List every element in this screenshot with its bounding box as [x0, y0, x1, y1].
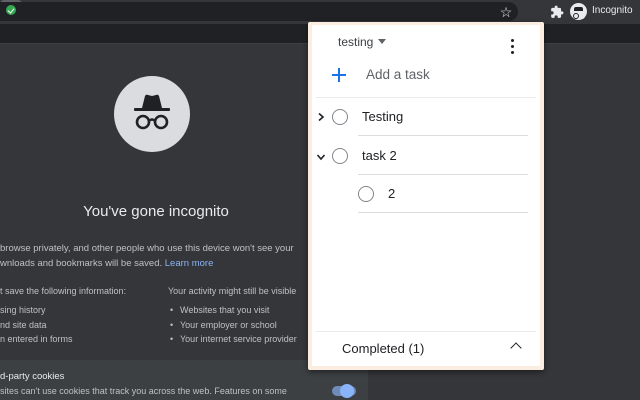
visible-heading: Your activity might still be visible: [168, 286, 297, 296]
extension-check-icon: [6, 5, 16, 15]
learn-more-link[interactable]: Learn more: [165, 258, 214, 269]
list-item: Websites that you visit: [170, 303, 297, 318]
more-vert-icon[interactable]: [506, 39, 518, 57]
chevron-down-icon[interactable]: [316, 152, 326, 162]
completed-label: Completed (1): [342, 341, 425, 356]
list-selector[interactable]: testing: [338, 35, 387, 49]
cookies-description: sites can't use cookies that track you a…: [0, 386, 287, 396]
list-item: sing history: [0, 305, 46, 315]
list-item: Your internet service provider: [170, 332, 297, 347]
caret-down-icon: [378, 39, 387, 44]
list-name: testing: [338, 35, 374, 49]
incognito-avatar-icon[interactable]: [570, 3, 587, 20]
page-description: browse privately, and other people who u…: [0, 241, 310, 271]
puzzle-icon[interactable]: [548, 3, 566, 21]
chevron-up-icon: [510, 342, 522, 354]
page-title: You've gone incognito: [83, 203, 229, 220]
cookies-title: d-party cookies: [0, 371, 65, 382]
not-saved-heading: t save the following information:: [0, 286, 127, 296]
not-saved-list: sing history nd site data n entered in f…: [0, 303, 73, 347]
address-bar[interactable]: [0, 2, 518, 21]
cookies-toggle[interactable]: [340, 384, 354, 398]
star-icon[interactable]: ☆: [497, 3, 515, 21]
task-divider: [358, 135, 528, 136]
subtask-title[interactable]: 2: [388, 186, 395, 201]
task-complete-checkbox[interactable]: [332, 148, 348, 164]
plus-icon: [332, 68, 346, 82]
desc-line-2: wnloads and bookmarks will be saved. Lea…: [0, 256, 310, 271]
completed-section-toggle[interactable]: Completed (1): [316, 331, 536, 363]
task-divider: [358, 212, 528, 213]
add-task-label: Add a task: [366, 67, 430, 82]
task-title[interactable]: Testing: [362, 109, 403, 124]
visible-list: Websites that you visit Your employer or…: [170, 303, 297, 347]
task-complete-checkbox[interactable]: [332, 109, 348, 125]
profile-label[interactable]: Incognito: [592, 5, 633, 16]
chevron-right-icon[interactable]: [316, 112, 326, 122]
task-divider: [358, 174, 528, 175]
browser-toolbar: ☆ Incognito: [0, 0, 640, 24]
incognito-logo-icon: [114, 76, 190, 152]
tasks-popup: testing Add a task Testing task 2 2 Comp…: [308, 22, 544, 370]
list-item: nd site data: [0, 319, 47, 330]
desc-line-2-text: wnloads and bookmarks will be saved.: [0, 258, 163, 269]
desc-line-1: browse privately, and other people who u…: [0, 243, 294, 254]
divider: [316, 97, 536, 98]
list-item: Your employer or school: [170, 318, 297, 333]
list-item: n entered in forms: [0, 334, 73, 344]
subtask-complete-checkbox[interactable]: [358, 186, 374, 202]
task-title[interactable]: task 2: [362, 148, 397, 163]
tasks-panel: testing Add a task Testing task 2 2 Comp…: [312, 25, 540, 366]
